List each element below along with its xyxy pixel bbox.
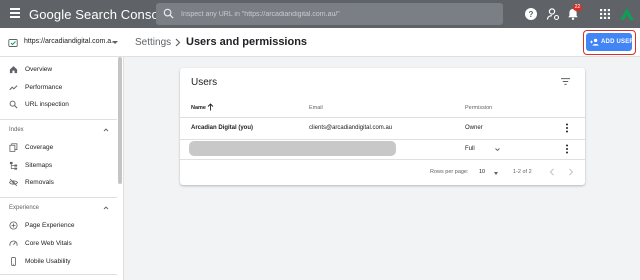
sidebar-item-label: Page Experience [25, 222, 75, 229]
sidebar-item-label: Overview [25, 66, 53, 73]
sidebar-divider [0, 119, 117, 120]
property-url: https://arcadiandigital.com.a... [24, 38, 117, 45]
dropdown-caret-icon [112, 41, 118, 44]
column-header-name[interactable]: Name [191, 105, 206, 111]
sidebar-item-overview[interactable]: Overview [0, 61, 116, 79]
home-icon [9, 66, 18, 74]
rows-per-page-label: Rows per page: [430, 169, 469, 175]
property-type-icon [8, 39, 18, 47]
sidebar-item-label: Mobile Usability [25, 258, 71, 265]
chevron-right-icon [175, 38, 181, 47]
arrow-up-icon[interactable] [207, 103, 214, 111]
sidebar-item-label: Coverage [25, 144, 54, 151]
phone-icon [11, 257, 16, 266]
page-title: Users and permissions [186, 36, 308, 48]
add-circle-icon [9, 221, 18, 230]
user-email: clients@arcadiandigital.com.au [309, 125, 393, 131]
column-header-email: Email [309, 105, 323, 111]
sidebar-item-page-experience[interactable]: Page Experience [0, 217, 116, 235]
page-header: Settings Users and permissions ADD USER [124, 28, 640, 57]
rows-per-page-select[interactable]: 10 [479, 169, 485, 175]
rows-per-page-caret-icon[interactable] [494, 172, 498, 175]
section-heading-experience[interactable]: Experience [9, 205, 39, 211]
chevron-left-icon[interactable] [549, 168, 555, 176]
chevron-up-icon[interactable] [103, 205, 109, 211]
sidebar-divider [0, 274, 117, 275]
users-card: Users Name Email Permission Arcadian Dig… [180, 68, 585, 185]
sidebar-item-coverage[interactable]: Coverage [0, 139, 116, 157]
sidebar-nav: Overview Performance URL inspection Inde… [0, 57, 124, 280]
table-divider [180, 117, 585, 118]
sidebar-item-label: Removals [25, 179, 54, 186]
search-icon [9, 100, 18, 109]
table-divider [180, 139, 585, 140]
add-user-highlight: ADD USER [583, 30, 636, 55]
sidebar-item-mobile-usability[interactable]: Mobile Usability [0, 253, 116, 271]
sidebar-item-core-web-vitals[interactable]: Core Web Vitals [0, 235, 116, 253]
user-permission-select[interactable]: Full [465, 146, 475, 152]
user-permission: Owner [465, 125, 483, 131]
sidebar-divider [0, 197, 117, 198]
sidebar-item-label: URL inspection [25, 101, 69, 108]
column-header-permission: Permission [465, 105, 493, 111]
chevron-down-icon[interactable] [495, 148, 500, 151]
sidebar-item-label: Sitemaps [25, 162, 53, 169]
add-user-button[interactable]: ADD USER [586, 33, 634, 51]
help-icon[interactable]: ? [524, 7, 538, 21]
add-user-label: ADD USER [601, 39, 634, 45]
sidebar-item-removals[interactable]: Removals [0, 174, 116, 192]
property-selector[interactable]: https://arcadiandigital.com.a... [0, 28, 124, 57]
table-divider [180, 159, 585, 160]
file-copy-icon [9, 143, 18, 152]
sidebar-item-label: Performance [25, 84, 63, 91]
breadcrumb-settings[interactable]: Settings [135, 37, 171, 48]
sidebar-item-performance[interactable]: Performance [0, 79, 116, 97]
sidebar-item-sitemaps[interactable]: Sitemaps [0, 157, 116, 175]
speed-icon [9, 240, 18, 246]
url-inspection-search[interactable] [156, 3, 503, 25]
card-title: Users [191, 77, 218, 88]
sidebar-scrollbar[interactable] [118, 57, 122, 184]
app-bar: Google Search Console ? 22 [0, 0, 640, 28]
search-input[interactable] [181, 3, 496, 25]
notification-count-badge: 22 [573, 4, 582, 11]
eye-off-icon [9, 178, 18, 187]
pagination-range: 1-2 of 2 [513, 169, 532, 175]
search-icon [163, 8, 174, 19]
user-name: Arcadian Digital (you) [191, 125, 254, 131]
sidebar-item-label: Core Web Vitals [25, 240, 72, 247]
app-logo[interactable]: Google Search Console [29, 7, 169, 22]
redacted-user-info [189, 141, 396, 156]
hamburger-menu-icon[interactable] [10, 8, 20, 20]
sidebar-item-url-inspection[interactable]: URL inspection [0, 96, 116, 114]
filter-icon[interactable] [561, 78, 570, 85]
more-vert-icon[interactable] [565, 123, 569, 133]
chevron-up-icon[interactable] [103, 127, 109, 133]
manage-accounts-icon[interactable] [546, 7, 560, 21]
trending-up-icon [9, 85, 18, 91]
person-add-icon [590, 38, 599, 46]
sitemap-icon [9, 161, 18, 170]
apps-grid-icon[interactable] [598, 7, 612, 21]
account-avatar[interactable] [619, 7, 635, 21]
more-vert-icon[interactable] [565, 144, 569, 154]
chevron-right-icon[interactable] [568, 168, 574, 176]
svg-text:?: ? [529, 10, 534, 19]
section-heading-index[interactable]: Index [9, 127, 24, 133]
